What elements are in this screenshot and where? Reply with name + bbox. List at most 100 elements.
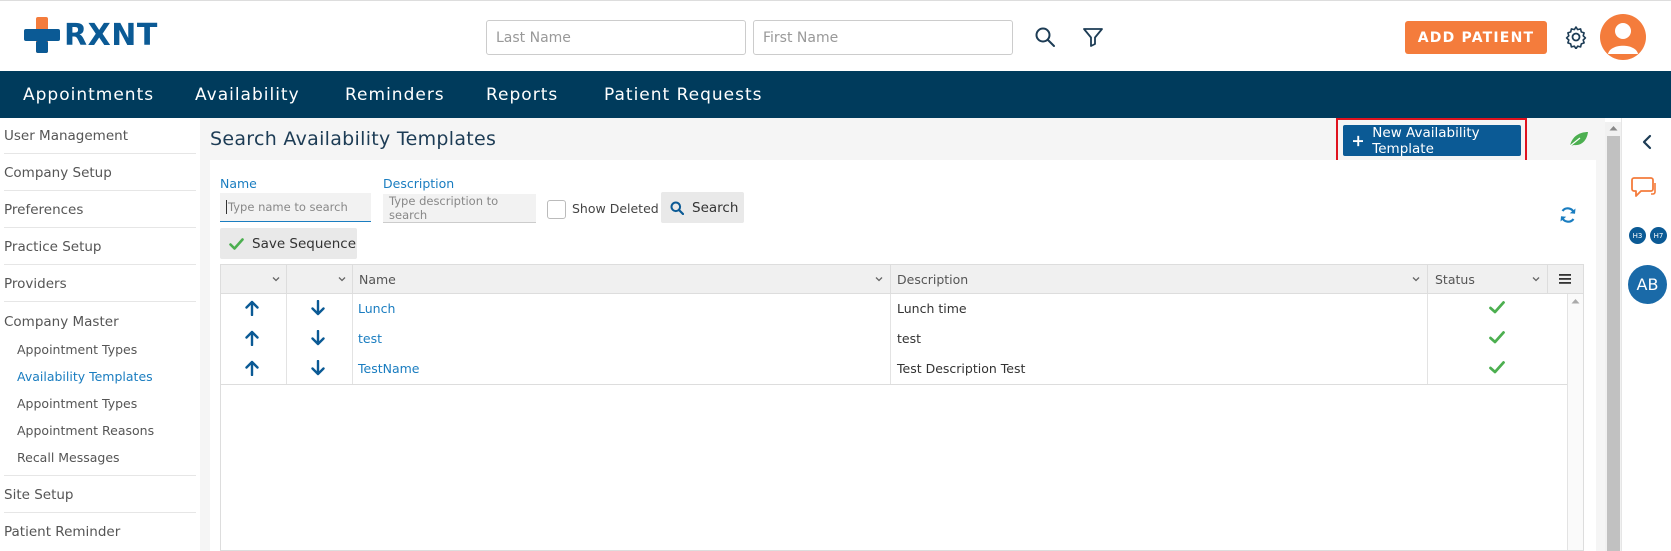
refresh-icon[interactable] — [1558, 205, 1578, 225]
column-separator — [890, 265, 891, 294]
grid-rows-bottom-border — [221, 384, 1567, 385]
save-sequence-button[interactable]: Save Sequence — [220, 228, 357, 259]
scroll-up-arrow-icon[interactable] — [1571, 298, 1580, 304]
column-menu-icon[interactable] — [1559, 273, 1571, 285]
sidebar-divider — [4, 301, 196, 302]
nav-reports[interactable]: Reports — [486, 85, 558, 105]
save-sequence-label: Save Sequence — [252, 235, 357, 252]
chat-icon[interactable] — [1631, 175, 1657, 199]
sidebar-divider — [4, 227, 196, 228]
check-icon — [229, 237, 244, 250]
template-description: Test Description Test — [897, 361, 1026, 376]
user-initials-avatar[interactable]: AB — [1628, 265, 1667, 304]
sidebar-item-company-master[interactable]: Company Master — [4, 314, 119, 330]
arrow-up-icon[interactable] — [245, 300, 259, 316]
top-header: RXNT Last Name First Name ADD PATIENT — [0, 0, 1671, 71]
column-header-name[interactable]: Name — [359, 272, 396, 287]
arrow-up-icon[interactable] — [245, 330, 259, 346]
settings-sidebar: User Management Company Setup Preference… — [0, 118, 200, 551]
sidebar-divider — [4, 153, 196, 154]
sidebar-divider — [4, 190, 196, 191]
filter-icon[interactable] — [1081, 25, 1105, 49]
status-check-icon — [1489, 331, 1505, 344]
sidebar-item-providers[interactable]: Providers — [4, 276, 67, 292]
template-name-link[interactable]: Lunch — [358, 301, 395, 316]
name-search-placeholder: Type name to search — [226, 200, 348, 214]
plus-icon — [1353, 135, 1364, 146]
badge-h7[interactable]: H7 — [1650, 227, 1667, 244]
sidebar-item-patient-reminder[interactable]: Patient Reminder — [4, 524, 120, 540]
user-avatar[interactable] — [1600, 14, 1646, 60]
sidebar-sub-appointment-types[interactable]: Appointment Types — [17, 342, 137, 357]
add-patient-button[interactable]: ADD PATIENT — [1405, 21, 1547, 54]
sidebar-sub-recall-messages[interactable]: Recall Messages — [17, 450, 120, 465]
sidebar-divider — [4, 475, 196, 476]
leaf-icon[interactable] — [1568, 130, 1590, 148]
nav-reminders[interactable]: Reminders — [345, 85, 445, 105]
sidebar-sub-appointment-reasons[interactable]: Appointment Reasons — [17, 423, 154, 438]
first-name-input[interactable]: First Name — [753, 20, 1013, 55]
sidebar-item-preferences[interactable]: Preferences — [4, 202, 83, 218]
nav-availability[interactable]: Availability — [195, 85, 300, 105]
templates-grid: Name Description Status Lunch Lunch time… — [220, 264, 1584, 551]
nav-appointments[interactable]: Appointments — [23, 85, 154, 105]
sidebar-item-site-setup[interactable]: Site Setup — [4, 487, 74, 503]
status-check-icon — [1489, 361, 1505, 374]
chevron-down-icon[interactable] — [1411, 274, 1421, 284]
template-name-link[interactable]: TestName — [358, 361, 420, 376]
rxnt-cross-icon — [24, 17, 60, 53]
sidebar-sub-availability-templates[interactable]: Availability Templates — [17, 369, 153, 384]
sidebar-item-company-setup[interactable]: Company Setup — [4, 165, 112, 181]
sidebar-divider — [4, 264, 196, 265]
chevron-down-icon[interactable] — [874, 274, 884, 284]
sidebar-divider — [4, 512, 196, 513]
arrow-down-icon[interactable] — [311, 360, 325, 376]
grid-scrollbar[interactable] — [1567, 294, 1583, 550]
collapse-chevron-left-icon[interactable] — [1641, 134, 1653, 150]
search-icon[interactable] — [1033, 25, 1057, 49]
description-search-input[interactable]: Type description to search — [383, 194, 536, 223]
column-separator — [1547, 265, 1548, 294]
template-name-link[interactable]: test — [358, 331, 382, 346]
column-header-description[interactable]: Description — [897, 272, 968, 287]
page-scrollbar-thumb[interactable] — [1607, 136, 1620, 551]
table-row[interactable]: TestName Test Description Test — [221, 354, 1567, 384]
search-button-label: Search — [692, 199, 739, 216]
search-icon — [670, 201, 684, 215]
rxnt-logo[interactable]: RXNT — [24, 17, 158, 53]
page-scroll-up-arrow-icon[interactable] — [1609, 125, 1618, 131]
template-description: Lunch time — [897, 301, 967, 316]
show-deleted-checkbox[interactable] — [547, 200, 566, 219]
search-button[interactable]: Search — [661, 192, 744, 223]
chevron-down-icon[interactable] — [271, 274, 281, 284]
column-separator — [352, 265, 353, 294]
chevron-down-icon[interactable] — [337, 274, 347, 284]
arrow-up-icon[interactable] — [245, 360, 259, 376]
brand-name: RXNT — [64, 17, 158, 53]
new-availability-template-label: New Availability Template — [1372, 124, 1480, 157]
page-title: Search Availability Templates — [210, 128, 497, 150]
column-header-status[interactable]: Status — [1435, 272, 1475, 287]
gear-icon[interactable] — [1564, 25, 1588, 49]
nav-patient-requests[interactable]: Patient Requests — [604, 85, 763, 105]
template-description: test — [897, 331, 922, 346]
table-row[interactable]: test test — [221, 324, 1567, 354]
sidebar-item-user-management[interactable]: User Management — [4, 128, 128, 144]
name-filter-label: Name — [220, 176, 257, 191]
table-row[interactable]: Lunch Lunch time — [221, 294, 1567, 324]
column-separator — [1427, 265, 1428, 294]
arrow-down-icon[interactable] — [311, 330, 325, 346]
sidebar-sub-appointment-types-2[interactable]: Appointment Types — [17, 396, 137, 411]
column-separator — [286, 265, 287, 294]
sidebar-item-practice-setup[interactable]: Practice Setup — [4, 239, 102, 255]
new-availability-template-button[interactable]: New Availability Template — [1343, 124, 1521, 157]
arrow-down-icon[interactable] — [311, 300, 325, 316]
status-check-icon — [1489, 301, 1505, 314]
badge-h3[interactable]: H3 — [1629, 227, 1646, 244]
last-name-input[interactable]: Last Name — [486, 20, 746, 55]
grid-header: Name Description Status — [221, 265, 1583, 294]
chevron-down-icon[interactable] — [1531, 274, 1541, 284]
name-search-input[interactable]: Type name to search — [220, 193, 371, 222]
show-deleted-label: Show Deleted — [572, 201, 659, 216]
description-filter-label: Description — [383, 176, 455, 191]
